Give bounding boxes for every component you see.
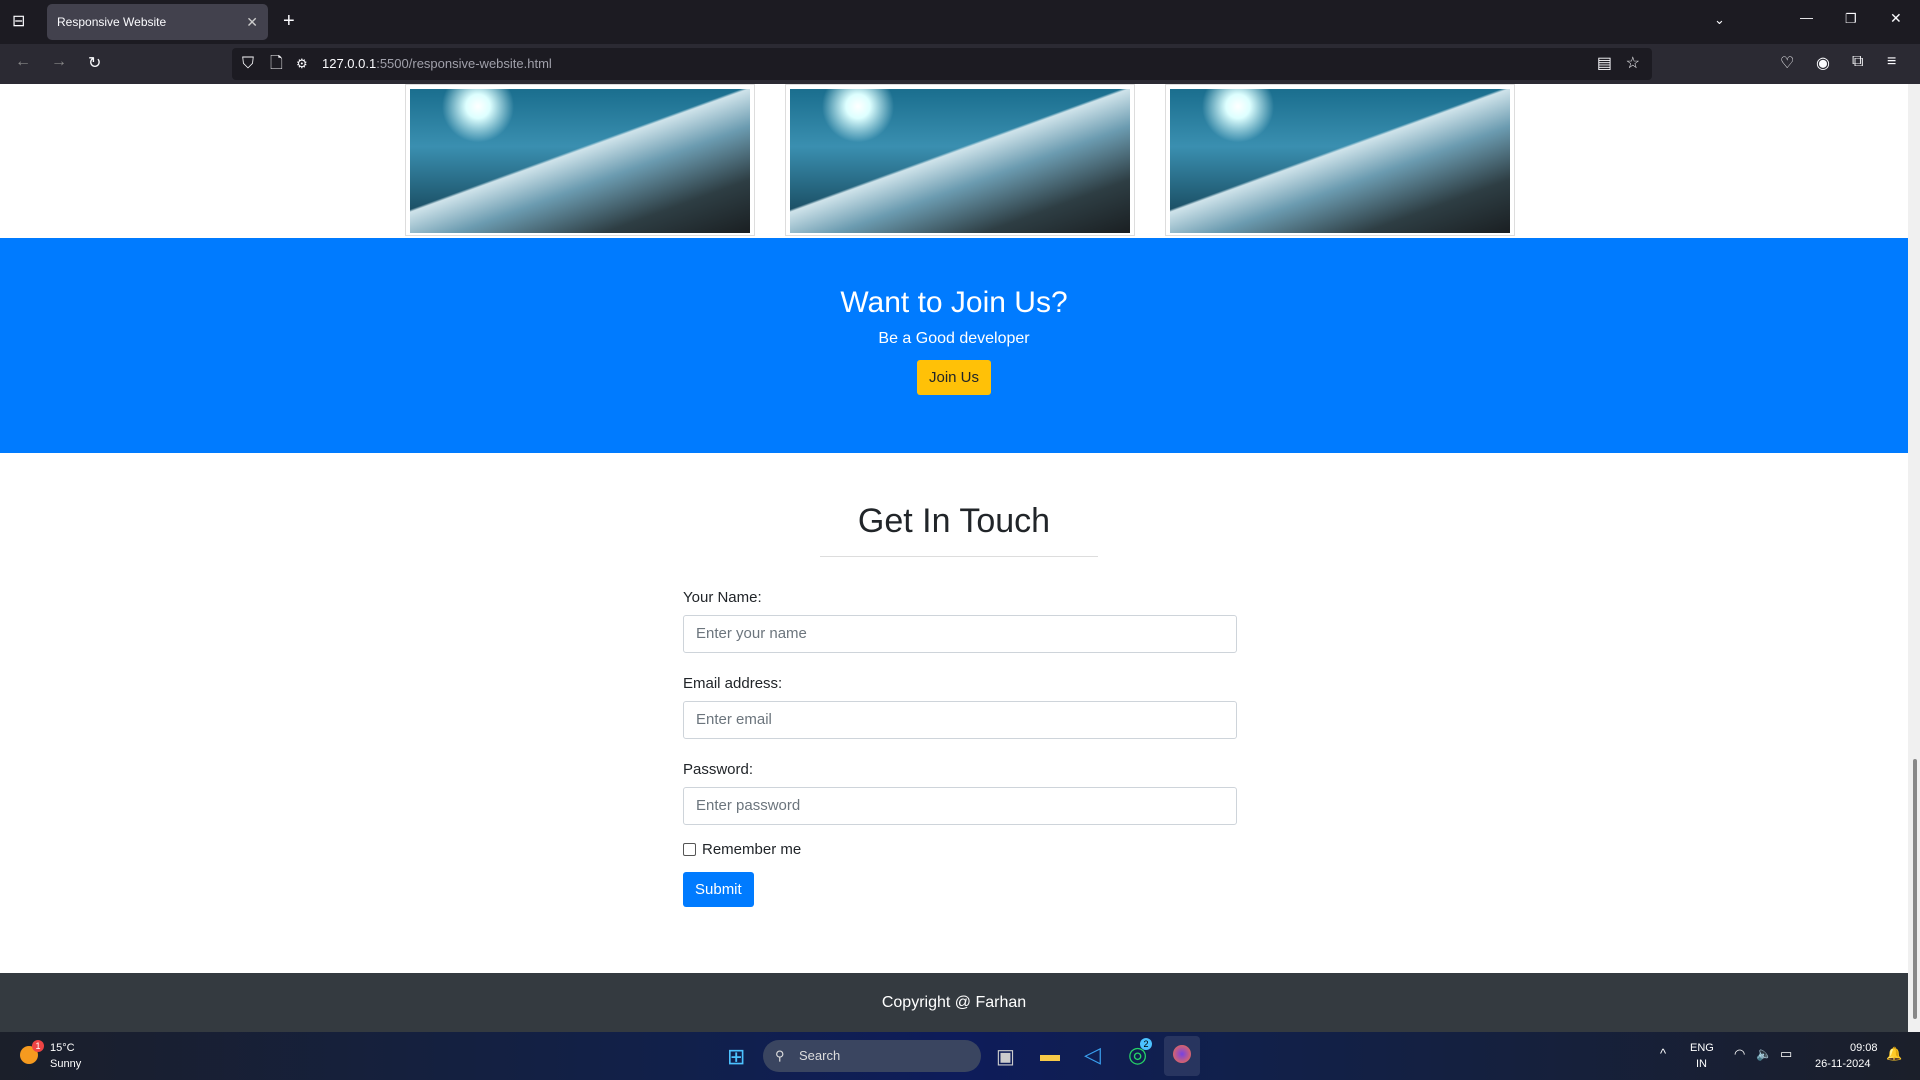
password-input[interactable]: Enter password bbox=[683, 787, 1237, 825]
url-host: 127.0.0.1 bbox=[322, 56, 377, 71]
language[interactable]: ENG bbox=[1690, 1042, 1714, 1054]
tab-responsive-website[interactable]: Responsive Website ✕ bbox=[47, 4, 268, 40]
pocket-icon[interactable]: ♡ bbox=[1780, 53, 1794, 73]
divider bbox=[820, 556, 1098, 557]
shield-icon[interactable]: ⛉ bbox=[242, 48, 254, 80]
volume-icon[interactable]: 🔈 bbox=[1756, 1046, 1772, 1062]
notification-bell-icon[interactable]: 🔔 bbox=[1886, 1046, 1902, 1062]
name-input[interactable]: Enter your name bbox=[683, 615, 1237, 653]
task-view-icon[interactable]: ▣ bbox=[996, 1044, 1015, 1069]
nav-bar: ← → ↻ ⛉ 🗋 ⚙ 127.0.0.1:5500/responsive-we… bbox=[0, 44, 1920, 84]
account-icon[interactable]: ◉ bbox=[1816, 53, 1830, 73]
scrollbar[interactable] bbox=[1908, 84, 1920, 1032]
firefox-icon[interactable] bbox=[1164, 1036, 1200, 1076]
tab-bar: ⊟ Responsive Website ✕ + ⌄ — ❐ ✕ bbox=[0, 0, 1920, 44]
taskbar-search[interactable]: ⚲ Search bbox=[763, 1040, 981, 1072]
file-explorer-icon[interactable]: ▬ bbox=[1040, 1044, 1060, 1067]
email-label: Email address: bbox=[683, 675, 783, 692]
join-subtitle: Be a Good developer bbox=[878, 330, 1030, 347]
email-input[interactable]: Enter email bbox=[683, 701, 1237, 739]
contact-form: Your Name: Enter your name Email address… bbox=[683, 589, 1237, 907]
page-icon: 🗋 bbox=[270, 55, 283, 72]
weather-badge: 1 bbox=[32, 1040, 44, 1052]
battery-icon[interactable]: ▭ bbox=[1780, 1046, 1792, 1062]
restore-icon[interactable]: ❐ bbox=[1845, 11, 1857, 27]
close-window-icon[interactable]: ✕ bbox=[1890, 10, 1902, 27]
image-card bbox=[785, 84, 1135, 236]
search-label: Search bbox=[799, 1048, 841, 1063]
close-tab-icon[interactable]: ✕ bbox=[246, 4, 258, 40]
contact-title: Get In Touch bbox=[857, 502, 1051, 540]
permissions-icon[interactable]: ⚙ bbox=[296, 48, 308, 80]
back-icon[interactable]: ← bbox=[15, 53, 31, 71]
clock-date[interactable]: 26-11-2024 bbox=[1815, 1058, 1870, 1070]
chevron-down-icon[interactable]: ⌄ bbox=[1714, 12, 1725, 28]
footer: Copyright @ Farhan bbox=[0, 973, 1908, 1032]
remember-checkbox[interactable] bbox=[683, 843, 696, 856]
mountain-image bbox=[1170, 89, 1510, 233]
join-us-button[interactable]: Join Us bbox=[916, 360, 992, 395]
password-label: Password: bbox=[683, 761, 754, 778]
url-path: :5500/responsive-website.html bbox=[376, 56, 552, 71]
clock-time[interactable]: 09:08 bbox=[1850, 1042, 1878, 1054]
wifi-icon[interactable]: ◠ bbox=[1734, 1046, 1745, 1062]
mountain-image bbox=[790, 89, 1130, 233]
image-card bbox=[1165, 84, 1515, 236]
name-label: Your Name: bbox=[683, 589, 762, 606]
reader-view-icon[interactable]: ▤ bbox=[1597, 48, 1612, 80]
join-section: Want to Join Us? Be a Good developer Joi… bbox=[0, 238, 1908, 453]
minimize-icon[interactable]: — bbox=[1800, 10, 1813, 25]
submit-button[interactable]: Submit bbox=[683, 872, 754, 907]
extensions-icon[interactable]: ⧉ bbox=[1852, 53, 1863, 71]
windows-start-icon[interactable]: ⊞ bbox=[727, 1044, 745, 1070]
address-bar[interactable]: ⛉ 🗋 ⚙ 127.0.0.1:5500/responsive-website.… bbox=[232, 48, 1652, 80]
bookmark-star-icon[interactable]: ☆ bbox=[1626, 48, 1640, 80]
region: IN bbox=[1696, 1058, 1707, 1070]
tab-title: Responsive Website bbox=[57, 15, 167, 29]
whatsapp-badge: 2 bbox=[1140, 1038, 1152, 1050]
web-page: Want to Join Us? Be a Good developer Joi… bbox=[0, 84, 1908, 1032]
forward-icon[interactable]: → bbox=[51, 53, 67, 71]
menu-icon[interactable]: ≡ bbox=[1887, 53, 1896, 71]
search-icon: ⚲ bbox=[775, 1048, 785, 1063]
join-title: Want to Join Us? bbox=[840, 286, 1068, 319]
taskbar: 1 15°C Sunny ⊞ ⚲ Search ▣ ▬ ◁ ◎ 2 ^ ENG I… bbox=[0, 1032, 1920, 1080]
new-tab-icon[interactable]: + bbox=[283, 10, 295, 33]
temperature: 15°C bbox=[50, 1042, 75, 1054]
remember-label[interactable]: Remember me bbox=[702, 841, 801, 858]
mountain-image bbox=[410, 89, 750, 233]
image-card bbox=[405, 84, 755, 236]
hidden-icons-chevron[interactable]: ^ bbox=[1660, 1046, 1666, 1061]
reload-icon[interactable]: ↻ bbox=[88, 53, 101, 73]
tab-list-icon[interactable]: ⊟ bbox=[12, 11, 25, 31]
vscode-icon[interactable]: ◁ bbox=[1084, 1042, 1101, 1068]
weather-text: Sunny bbox=[50, 1058, 82, 1070]
